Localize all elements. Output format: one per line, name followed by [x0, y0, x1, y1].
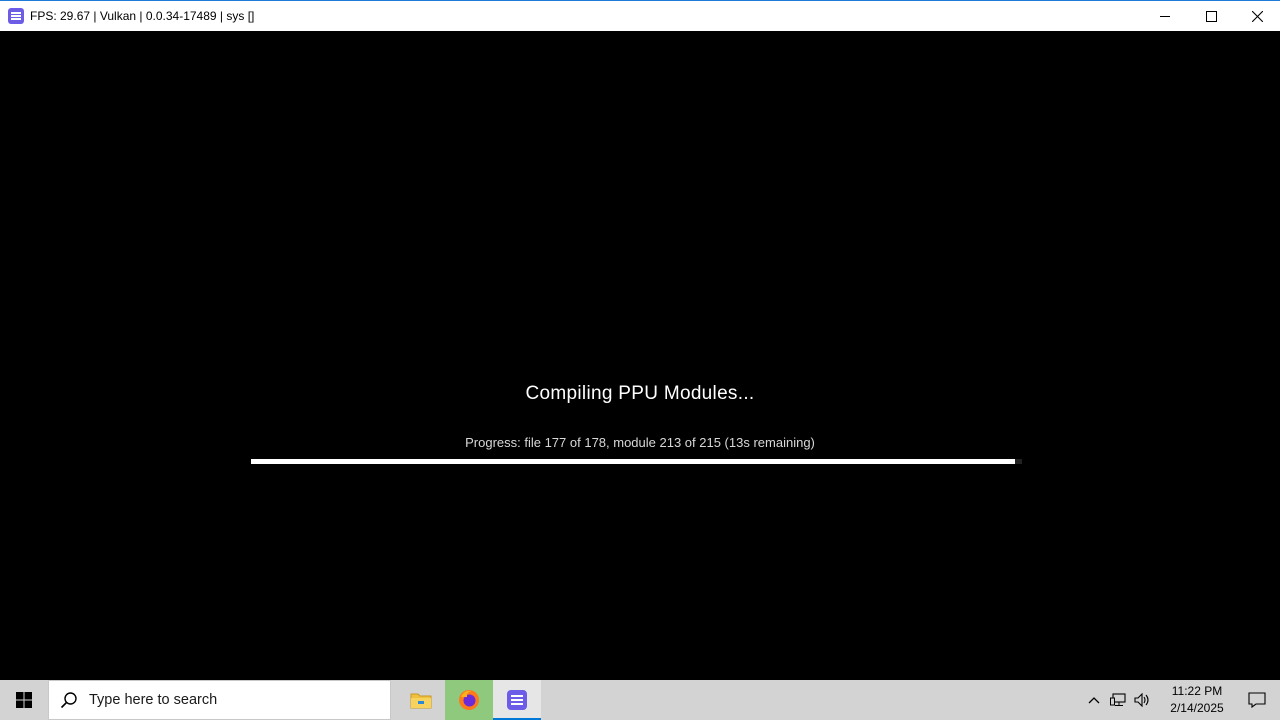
- taskbar-search[interactable]: [48, 680, 391, 720]
- rpcs3-icon: [8, 8, 24, 24]
- network-button[interactable]: [1106, 680, 1130, 720]
- network-icon: [1110, 693, 1126, 706]
- clock-time: 11:22 PM: [1171, 684, 1223, 698]
- file-explorer-icon: [410, 693, 432, 709]
- volume-button[interactable]: [1130, 680, 1154, 720]
- taskbar: 11:22 PM 2/14/2025: [0, 680, 1280, 720]
- search-icon: [49, 680, 89, 720]
- taskbar-clock[interactable]: 11:22 PM 2/14/2025: [1160, 683, 1234, 717]
- maximize-button[interactable]: [1188, 1, 1234, 31]
- minimize-icon: [1160, 16, 1170, 17]
- volume-icon: [1134, 693, 1149, 707]
- window-titlebar[interactable]: FPS: 29.67 | Vulkan | 0.0.34-17489 | sys…: [0, 0, 1280, 31]
- compile-heading: Compiling PPU Modules...: [525, 383, 755, 404]
- action-center-button[interactable]: [1234, 680, 1280, 720]
- windows-logo-icon: [16, 692, 32, 708]
- taskbar-file-explorer[interactable]: [397, 680, 445, 720]
- clock-date: 2/14/2025: [1170, 701, 1224, 715]
- notification-icon: [1248, 692, 1266, 708]
- start-button[interactable]: [0, 680, 48, 720]
- show-hidden-icons-button[interactable]: [1082, 680, 1106, 720]
- rpcs3-icon: [507, 690, 527, 710]
- progress-text: Progress: file 177 of 178, module 213 of…: [465, 435, 815, 450]
- taskbar-apps: [397, 680, 541, 720]
- firefox-icon: [459, 690, 479, 710]
- close-button[interactable]: [1234, 1, 1280, 31]
- chevron-up-icon: [1088, 697, 1100, 704]
- search-input[interactable]: [89, 692, 369, 708]
- taskbar-firefox[interactable]: [445, 680, 493, 720]
- maximize-icon: [1205, 10, 1217, 22]
- game-viewport[interactable]: Compiling PPU Modules... Progress: file …: [0, 31, 1280, 680]
- system-tray: 11:22 PM 2/14/2025: [1082, 680, 1280, 720]
- taskbar-rpcs3[interactable]: [493, 680, 541, 720]
- progress-bar: [251, 459, 1022, 464]
- progress-bar-fill: [251, 459, 1016, 464]
- window-title: FPS: 29.67 | Vulkan | 0.0.34-17489 | sys…: [30, 9, 255, 23]
- close-icon: [1251, 10, 1263, 22]
- window-controls: [1142, 1, 1280, 31]
- minimize-button[interactable]: [1142, 1, 1188, 31]
